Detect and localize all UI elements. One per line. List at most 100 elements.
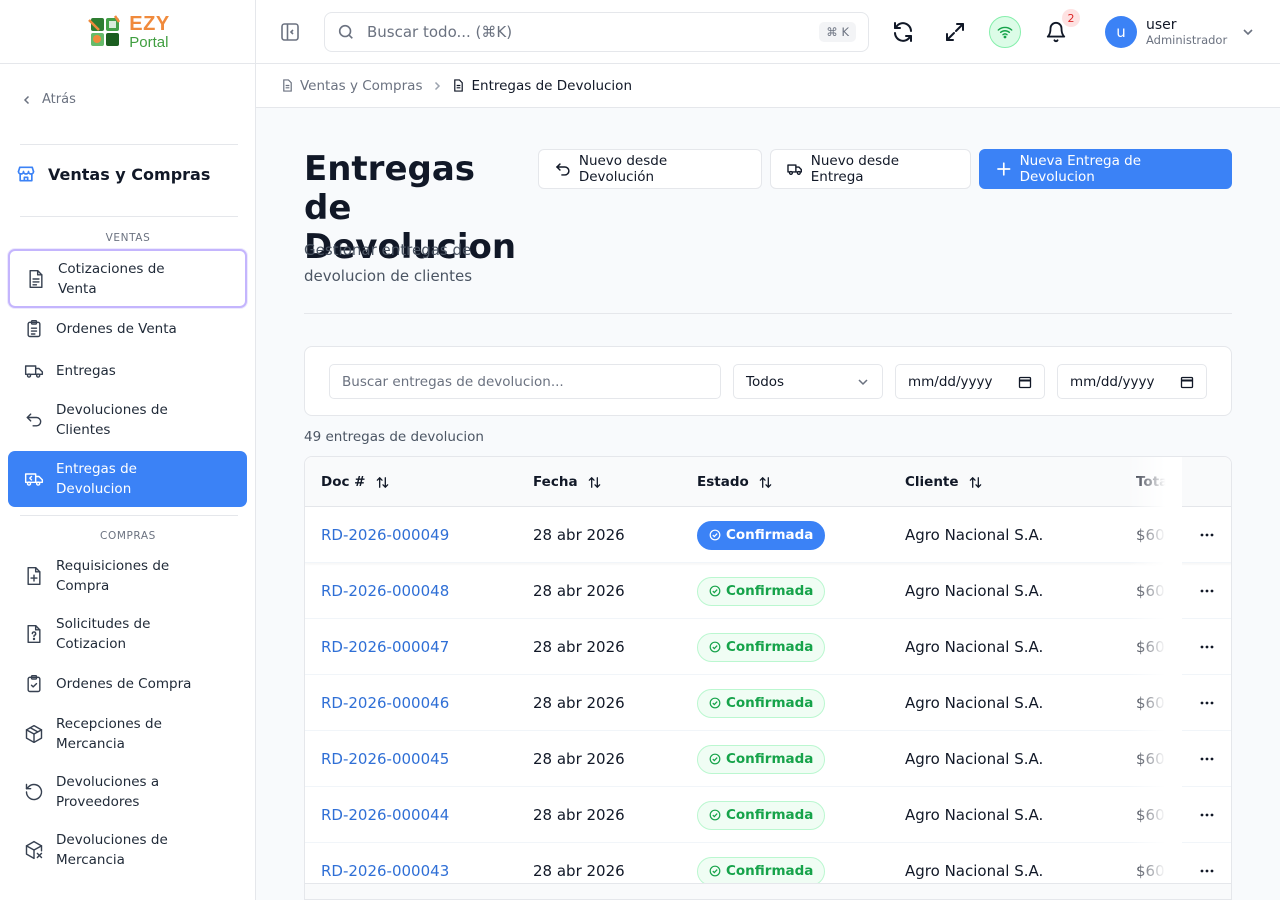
table-row[interactable]: RD-2026-000045 28 abr 2026 Confirmada Agro … [305,731,1231,787]
new-from-return-label: Nuevo desde Devolución [578,153,668,185]
brand-logo[interactable]: EZY Portal [0,0,255,64]
new-from-delivery-button[interactable]: Nuevo desde Entrega [770,149,971,189]
filter-search-input[interactable] [342,373,708,390]
sidebar-item[interactable]: Ordenes de Venta [8,309,247,349]
global-search-input[interactable] [367,23,820,41]
table-row[interactable]: RD-2026-000046 28 abr 2026 Confirmada Agro … [305,675,1231,731]
date-from-input[interactable]: mm/dd/yyyy [895,364,1045,399]
sidebar-item[interactable]: Cotizaciones de Venta [8,249,247,308]
sidebar-item[interactable]: Entregas de Devolucion [8,451,247,507]
results-count: 49 entregas de devolucion [304,429,484,445]
back-label: Atrás [42,92,76,107]
sidebar-item[interactable]: Recepciones de Mercancia [8,705,247,763]
status-label: Confirmada [726,639,814,655]
sidebar-item[interactable]: Entregas [8,351,247,391]
brand-name-bottom: Portal [129,33,169,51]
calendar-icon[interactable] [1018,375,1032,389]
more-horizontal-icon [1200,813,1214,817]
user-menu[interactable]: u user Administrador [1105,16,1255,48]
status-label: Confirmada [726,807,814,823]
file-question-icon [27,624,41,644]
client-cell: Agro Nacional S.A. [905,806,1044,824]
search-shortcut: ⌘ K [819,22,856,42]
status-badge: Confirmada [697,856,826,886]
doc-number-link[interactable]: RD-2026-000043 [321,862,449,880]
column-header-client[interactable]: Cliente [905,457,983,507]
filter-search[interactable] [329,364,721,399]
row-actions-button[interactable] [1198,675,1216,731]
sidebar-item[interactable]: Solicitudes de Cotizacion [8,605,247,663]
check-circle-icon [709,641,721,653]
connection-status[interactable] [989,16,1021,48]
table-row[interactable]: RD-2026-000048 28 abr 2026 Confirmada Agro … [305,563,1231,619]
sidebar-item-label: Entregas de Devolucion [56,461,137,497]
more-horizontal-icon [1200,589,1214,593]
calendar-icon[interactable] [1180,375,1194,389]
row-actions-button[interactable] [1198,619,1216,675]
more-horizontal-icon [1200,869,1214,873]
column-header-status[interactable]: Estado [697,457,773,507]
fullscreen-icon[interactable] [943,20,967,44]
breadcrumb: Ventas y Compras Entregas de Devolucion [256,64,1280,108]
sidebar-item[interactable]: Devoluciones de Mercancia [8,821,247,879]
doc-number-link[interactable]: RD-2026-000045 [321,750,449,768]
date-cell: 28 abr 2026 [533,806,625,824]
column-header-doc[interactable]: Doc # [321,457,390,507]
client-cell: Agro Nacional S.A. [905,526,1044,544]
breadcrumb-parent-label: Ventas y Compras [300,77,423,94]
row-actions-button[interactable] [1198,563,1216,619]
breadcrumb-parent[interactable]: Ventas y Compras [281,78,422,94]
undo-icon [26,413,42,427]
table-row[interactable]: RD-2026-000049 28 abr 2026 Confirmada Agro … [305,507,1231,563]
group-label-purchases: COMPRAS [100,530,156,542]
doc-number-link[interactable]: RD-2026-000048 [321,582,449,600]
refresh-icon[interactable] [891,20,915,44]
status-label: Confirmada [726,863,814,879]
new-from-delivery-label: Nuevo desde Entrega [810,153,900,185]
new-return-delivery-label: Nueva Entrega de Devolucion [1019,153,1142,185]
wifi-icon [997,26,1013,39]
truck-return-icon [24,473,44,486]
date-cell: 28 abr 2026 [533,638,625,656]
breadcrumb-current: Entregas de Devolucion [452,78,632,94]
chevron-down-icon [1243,29,1253,36]
more-horizontal-icon [1200,701,1214,705]
file-text-icon [29,269,43,288]
more-horizontal-icon [1200,533,1214,537]
date-cell: 28 abr 2026 [533,862,625,880]
column-header-date[interactable]: Fecha [533,457,602,507]
notification-badge: 2 [1062,9,1080,27]
row-actions-button[interactable] [1198,787,1216,843]
sidebar-item-label: Cotizaciones de Venta [58,260,165,297]
row-actions-button[interactable] [1198,731,1216,787]
sidebar-item[interactable]: Devoluciones de Clientes [8,391,247,449]
back-link[interactable]: Atrás [22,92,76,107]
doc-number-link[interactable]: RD-2026-000049 [321,526,449,544]
doc-number-link[interactable]: RD-2026-000046 [321,694,449,712]
ezy-logo-icon [88,14,121,46]
package-icon [25,724,43,744]
doc-number-link[interactable]: RD-2026-000044 [321,806,449,824]
client-cell: Agro Nacional S.A. [905,750,1044,768]
sort-icon [588,476,600,488]
sidebar-toggle-icon[interactable] [280,22,300,42]
sidebar-divider [20,515,238,516]
new-return-delivery-button[interactable]: Nueva Entrega de Devolucion [979,149,1232,189]
chevron-right-icon [435,81,441,90]
sidebar-item[interactable]: Ordenes de Compra [8,664,247,704]
status-select-value: Todos [746,373,785,390]
row-actions-button[interactable] [1198,507,1216,563]
table-row[interactable]: RD-2026-000047 28 abr 2026 Confirmada Agro … [305,619,1231,675]
global-search[interactable]: ⌘ K [324,12,869,52]
column-header-total[interactable]: Total [1136,457,1173,507]
check-circle-icon [709,529,721,541]
more-horizontal-icon [1200,645,1214,649]
sidebar-item[interactable]: Devoluciones a Proveedores [8,763,247,821]
status-select[interactable]: Todos [733,364,883,399]
table-row[interactable]: RD-2026-000044 28 abr 2026 Confirmada Agro … [305,787,1231,843]
date-to-input[interactable]: mm/dd/yyyy [1057,364,1207,399]
doc-number-link[interactable]: RD-2026-000047 [321,638,449,656]
new-from-return-button[interactable]: Nuevo desde Devolución [538,149,762,189]
plus-icon [997,162,1011,176]
sidebar-item[interactable]: Requisiciones de Compra [8,547,247,605]
